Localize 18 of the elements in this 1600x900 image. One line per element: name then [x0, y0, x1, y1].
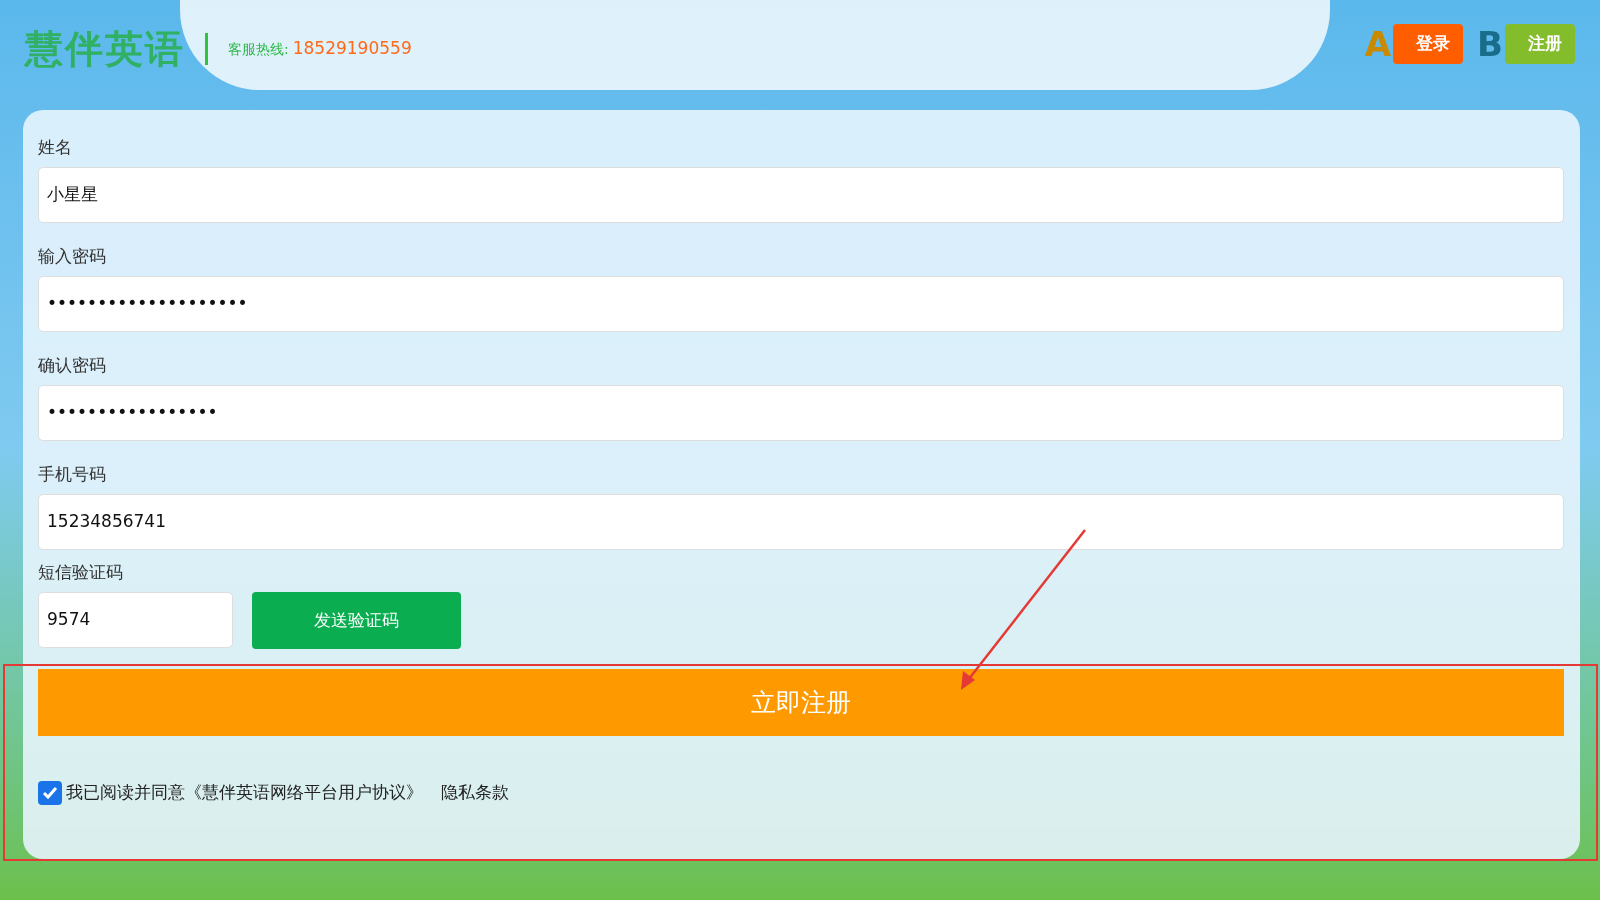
- field-label: 姓名: [38, 137, 73, 157]
- hotline-label: 客服热线:: [228, 39, 289, 59]
- agreement-text: 我已阅读并同意《慧伴英语网络平台用户协议》: [66, 781, 423, 804]
- field-label: 输入密码: [38, 246, 107, 266]
- input-field[interactable]: 9574: [38, 592, 233, 648]
- badge-letter: B: [1477, 24, 1503, 64]
- hotline-number: 18529190559: [292, 37, 412, 61]
- input-field[interactable]: ••••••••••••••••••••: [38, 276, 1564, 332]
- input-field[interactable]: 小星星: [38, 167, 1564, 223]
- field-label: 手机号码: [38, 464, 107, 484]
- agreement-checkbox[interactable]: [38, 780, 62, 805]
- input-field[interactable]: •••••••••••••••••: [38, 385, 1564, 441]
- field-label: 确认密码: [38, 355, 107, 375]
- input-field[interactable]: 15234856741: [38, 494, 1564, 550]
- logo: 慧伴英语: [25, 25, 185, 73]
- badge-letter: A: [1364, 24, 1392, 64]
- field-label: 短信验证码: [38, 562, 124, 582]
- privacy-link[interactable]: 隐私条款: [441, 780, 509, 806]
